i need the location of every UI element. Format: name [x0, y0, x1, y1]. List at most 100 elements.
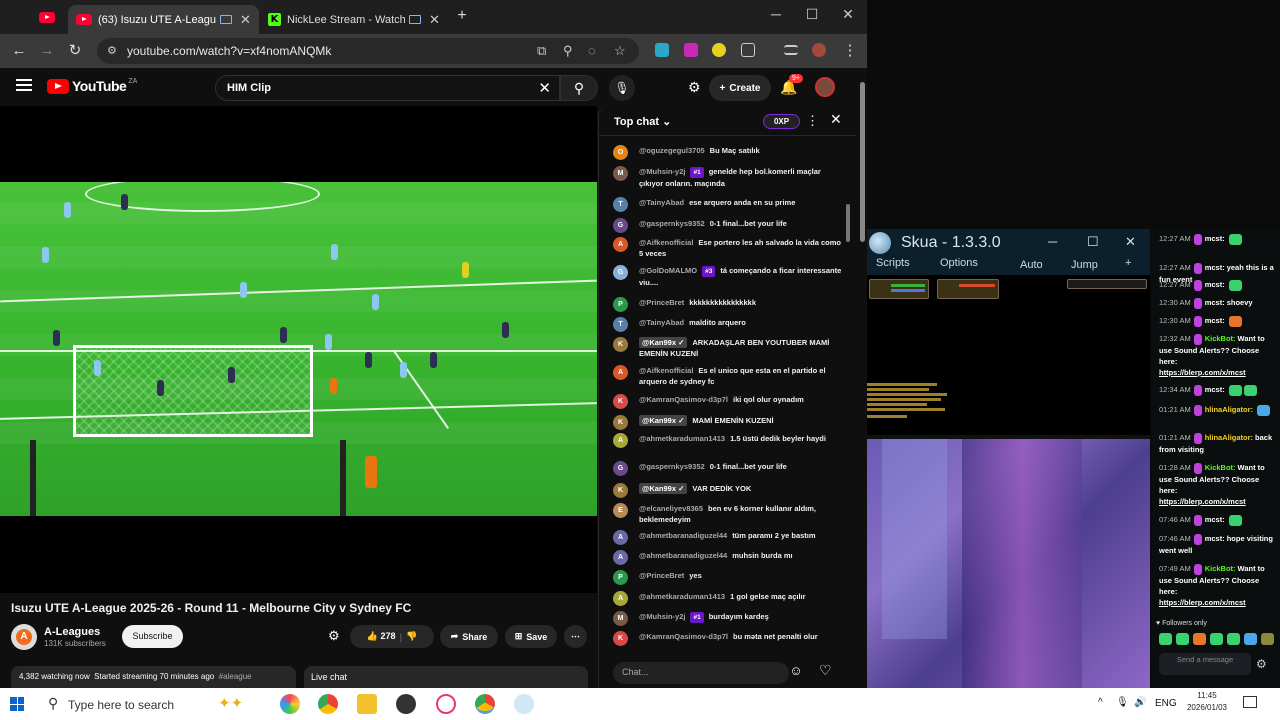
- menu-options[interactable]: Options: [940, 257, 978, 269]
- chat-author-avatar[interactable]: E: [613, 503, 628, 518]
- menu-jump[interactable]: Jump: [1071, 259, 1098, 271]
- taskbar-clock[interactable]: 11:45 2026/01/03: [1184, 690, 1230, 714]
- settings-gear-icon[interactable]: ⚙: [688, 79, 701, 96]
- clear-search-icon[interactable]: ✕: [538, 79, 551, 97]
- kick-message-link[interactable]: https://blerp.com/x/mcst: [1159, 598, 1246, 607]
- skua-minimize-button[interactable]: ─: [1048, 234, 1057, 249]
- tray-chevron-icon[interactable]: ^: [1098, 697, 1103, 708]
- skua-close-button[interactable]: ✕: [1125, 234, 1136, 250]
- install-app-icon[interactable]: ⧉: [537, 43, 546, 59]
- channel-avatar[interactable]: A: [11, 624, 37, 650]
- chat-input[interactable]: Chat...: [613, 662, 789, 684]
- chat-author-avatar[interactable]: G: [613, 461, 628, 476]
- input-language[interactable]: ENG: [1155, 698, 1177, 709]
- emoji-icon[interactable]: ☺: [788, 663, 804, 679]
- chat-author[interactable]: @PrinceBret: [639, 571, 684, 580]
- search-input[interactable]: HIM Clip ✕: [215, 75, 560, 101]
- create-button[interactable]: + Create: [709, 75, 771, 101]
- chat-author[interactable]: @TainyAbad: [639, 198, 684, 207]
- heart-reaction-icon[interactable]: ♡: [819, 662, 832, 679]
- chat-author[interactable]: @Muhsin-y2j: [639, 612, 685, 621]
- chat-author[interactable]: @elcaneliyev8365: [639, 504, 703, 513]
- chat-author-avatar[interactable]: A: [613, 433, 628, 448]
- chat-author[interactable]: @Aifkenofficial: [639, 238, 693, 247]
- close-window-button[interactable]: ✕: [838, 6, 858, 23]
- app-icon[interactable]: [436, 694, 456, 714]
- chat-author-avatar[interactable]: M: [613, 611, 628, 626]
- app-icon[interactable]: [396, 694, 416, 714]
- chat-author-avatar[interactable]: K: [613, 415, 628, 430]
- kick-username[interactable]: KickBot:: [1205, 463, 1236, 472]
- live-chat-toggle[interactable]: Live chat: [304, 666, 588, 688]
- menu-scripts[interactable]: Scripts: [876, 257, 910, 269]
- hashtag[interactable]: #aleague: [219, 672, 252, 681]
- chat-author-avatar[interactable]: K: [613, 483, 628, 498]
- emote-icon[interactable]: [1159, 633, 1172, 645]
- chat-author[interactable]: @Kan99x ✓: [639, 337, 688, 348]
- chat-author-avatar[interactable]: T: [613, 197, 628, 212]
- more-actions-button[interactable]: ⋯: [564, 625, 587, 648]
- youtube-logo[interactable]: YouTube ZA: [47, 78, 137, 94]
- chat-author-avatar[interactable]: M: [613, 166, 628, 181]
- kick-username[interactable]: mcst:: [1205, 534, 1225, 543]
- chat-more-icon[interactable]: ⋮: [806, 113, 819, 129]
- search-button[interactable]: ⚲: [560, 75, 598, 101]
- close-tab-icon[interactable]: ✕: [429, 12, 440, 28]
- account-avatar[interactable]: [815, 77, 835, 97]
- chat-author-avatar[interactable]: G: [613, 218, 628, 233]
- kick-username[interactable]: mcst:: [1205, 263, 1225, 272]
- notifications-icon[interactable]: [1243, 696, 1257, 708]
- windows-start-icon[interactable]: [10, 697, 24, 711]
- chat-author-avatar[interactable]: P: [613, 570, 628, 585]
- kick-message-input[interactable]: Send a message: [1159, 653, 1251, 675]
- chat-author-avatar[interactable]: T: [613, 317, 628, 332]
- chat-author[interactable]: @KamranQasimov-d3p7l: [639, 632, 728, 641]
- chat-author-avatar[interactable]: P: [613, 297, 628, 312]
- emote-icon[interactable]: [1261, 633, 1274, 645]
- chat-author-avatar[interactable]: G: [613, 265, 628, 280]
- tab-youtube[interactable]: (63) Isuzu UTE A-League 20 ✕: [68, 5, 259, 34]
- address-bar[interactable]: ⚙ youtube.com/watch?v=xf4nomANQMk ⧉ ⚲ ◌ …: [97, 38, 639, 64]
- skua-taskbar-icon[interactable]: [514, 694, 534, 714]
- like-button[interactable]: 👍 278: [367, 631, 396, 642]
- xp-badge[interactable]: 0XP: [763, 114, 800, 129]
- skua-maximize-button[interactable]: ☐: [1087, 234, 1099, 250]
- menu-add[interactable]: +: [1125, 257, 1131, 269]
- kick-username[interactable]: mcst:: [1205, 280, 1225, 289]
- game-viewport-top[interactable]: [867, 275, 1150, 479]
- speaker-icon[interactable]: 🔊: [1134, 697, 1146, 708]
- kick-username[interactable]: hlinaAligator:: [1205, 405, 1253, 414]
- microphone-icon[interactable]: 🎙: [1116, 697, 1129, 708]
- chat-author[interactable]: @gaspernkys9352: [639, 462, 705, 471]
- chat-author[interactable]: @Kan99x ✓: [639, 415, 688, 426]
- notifications-bell-icon[interactable]: 🔔 9+: [780, 74, 803, 96]
- chat-author[interactable]: @Aifkenofficial: [639, 366, 693, 375]
- scrollbar-thumb[interactable]: [860, 82, 865, 242]
- close-chat-icon[interactable]: ✕: [830, 111, 842, 128]
- taskbar-search[interactable]: ⚲ Type here to search ✦✦: [38, 691, 276, 717]
- chat-author-avatar[interactable]: K: [613, 394, 628, 409]
- kick-username[interactable]: hlinaAligator:: [1205, 433, 1253, 442]
- extension-icon[interactable]: [655, 43, 669, 57]
- pinned-tab[interactable]: [32, 7, 62, 27]
- kick-username[interactable]: mcst:: [1205, 385, 1225, 394]
- profile-avatar[interactable]: [812, 43, 826, 57]
- page-scrollbar[interactable]: [857, 68, 867, 688]
- close-tab-icon[interactable]: ✕: [240, 12, 251, 28]
- share-button[interactable]: ➦ Share: [440, 625, 498, 648]
- reload-button[interactable]: ↻: [65, 41, 85, 61]
- menu-icon[interactable]: [16, 79, 32, 91]
- kick-message-link[interactable]: https://blerp.com/x/mcst: [1159, 497, 1246, 506]
- media-controls-icon[interactable]: [784, 45, 798, 55]
- chat-author-avatar[interactable]: K: [613, 631, 628, 646]
- chat-author-avatar[interactable]: A: [613, 237, 628, 252]
- extension-icon[interactable]: [712, 43, 726, 57]
- minimize-button[interactable]: ─: [766, 6, 786, 22]
- emote-icon[interactable]: [1227, 633, 1240, 645]
- video-player[interactable]: [0, 106, 597, 593]
- chat-mode-dropdown[interactable]: Top chat ⌄: [614, 115, 671, 128]
- chat-author[interactable]: @Muhsin-y2j: [639, 167, 685, 176]
- site-info-icon[interactable]: ⚙: [107, 44, 117, 57]
- dislike-button[interactable]: 👎: [406, 631, 417, 642]
- extensions-puzzle-icon[interactable]: [741, 43, 755, 57]
